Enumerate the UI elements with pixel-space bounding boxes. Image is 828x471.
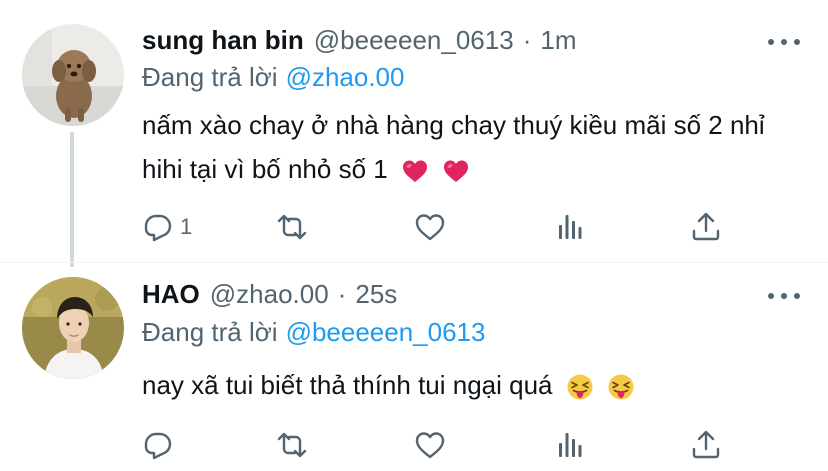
replying-to: Đang trả lời @beeeeen_0613 (142, 317, 485, 348)
avatar[interactable] (22, 277, 124, 379)
user-handle[interactable]: @zhao.00 (210, 279, 329, 310)
like-icon (415, 432, 445, 459)
more-icon[interactable] (768, 286, 800, 306)
separator: · (522, 25, 532, 55)
squinting-tongue-face-icon (566, 373, 594, 401)
retweet-icon (277, 214, 307, 240)
tweet-header: HAO @zhao.00 · 25s (142, 279, 397, 310)
tweet-2[interactable]: HAO @zhao.00 · 25s Đang trả lời @beeeeen_… (0, 262, 828, 471)
views-icon (559, 433, 582, 457)
share-icon (692, 212, 720, 241)
tweet-text-content: nay xã tui biết thả thính tui ngại quá (142, 370, 553, 400)
like-icon (415, 214, 445, 241)
tweet-text: nay xã tui biết thả thính tui ngại quá (142, 363, 802, 407)
retweet-button[interactable] (276, 425, 308, 465)
red-heart-icon (442, 157, 470, 185)
display-name[interactable]: sung han bin (142, 25, 304, 56)
tweet-header: sung han bin @beeeeen_0613 · 1m (142, 25, 576, 56)
retweet-button[interactable] (276, 207, 308, 247)
user-handle[interactable]: @beeeeen_0613 (314, 25, 514, 56)
retweet-icon (277, 432, 307, 458)
separator: · (337, 279, 347, 309)
timestamp[interactable]: 1m (540, 25, 576, 56)
reply-icon (144, 432, 172, 460)
young-man-photo (22, 277, 124, 379)
tweet-text: nấm xào chay ở nhà hàng chay thuý kiều m… (142, 103, 802, 191)
more-icon[interactable] (768, 32, 800, 52)
views-button[interactable] (554, 207, 586, 247)
views-button[interactable] (554, 425, 586, 465)
replying-to-mention[interactable]: @beeeeen_0613 (286, 317, 486, 347)
share-button[interactable] (690, 207, 722, 247)
like-button[interactable] (414, 425, 446, 465)
share-icon (692, 430, 720, 459)
reply-icon (144, 214, 172, 242)
thread-line (70, 132, 74, 267)
reply-button[interactable] (142, 425, 180, 465)
reply-button[interactable]: 1 (142, 207, 192, 247)
replying-to: Đang trả lời @zhao.00 (142, 62, 404, 93)
reply-count: 1 (180, 214, 193, 239)
display-name[interactable]: HAO (142, 279, 200, 310)
replying-to-label: Đang trả lời (142, 317, 278, 347)
tweet-1[interactable]: sung han bin @beeeeen_0613 · 1m Đang trả… (0, 0, 828, 267)
squinting-tongue-face-icon (607, 373, 635, 401)
tweet-actions (142, 425, 742, 465)
like-button[interactable] (414, 207, 446, 247)
replying-to-mention[interactable]: @zhao.00 (286, 62, 405, 92)
tweet-actions: 1 (142, 207, 742, 247)
views-icon (559, 215, 582, 239)
avatar[interactable] (22, 24, 124, 126)
poodle-dog-photo (22, 24, 124, 126)
share-button[interactable] (690, 425, 722, 465)
replying-to-label: Đang trả lời (142, 62, 278, 92)
timestamp[interactable]: 25s (355, 279, 397, 310)
red-heart-icon (401, 157, 429, 185)
